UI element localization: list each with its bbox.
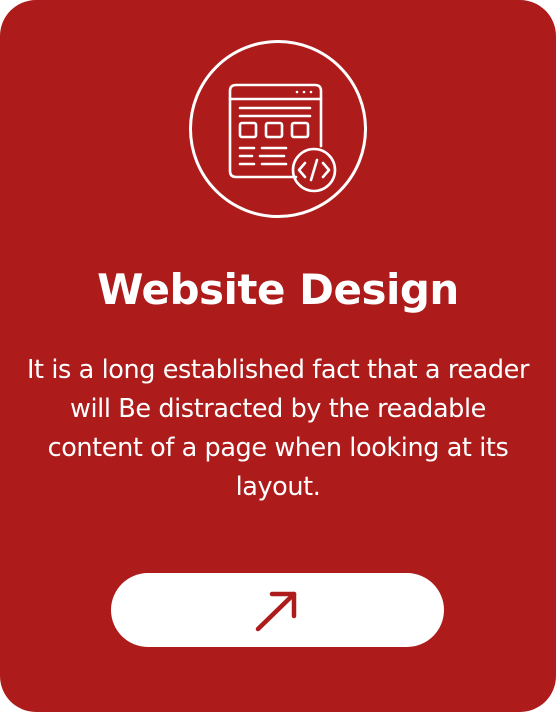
arrow-up-right-icon xyxy=(255,591,297,632)
service-card: Website Design It is a long established … xyxy=(0,0,556,712)
read-more-button[interactable] xyxy=(111,573,444,647)
card-title: Website Design xyxy=(97,265,459,314)
icon-circle xyxy=(189,40,367,218)
card-description: It is a long established fact that a rea… xyxy=(26,355,530,502)
web-code-icon xyxy=(228,83,337,193)
